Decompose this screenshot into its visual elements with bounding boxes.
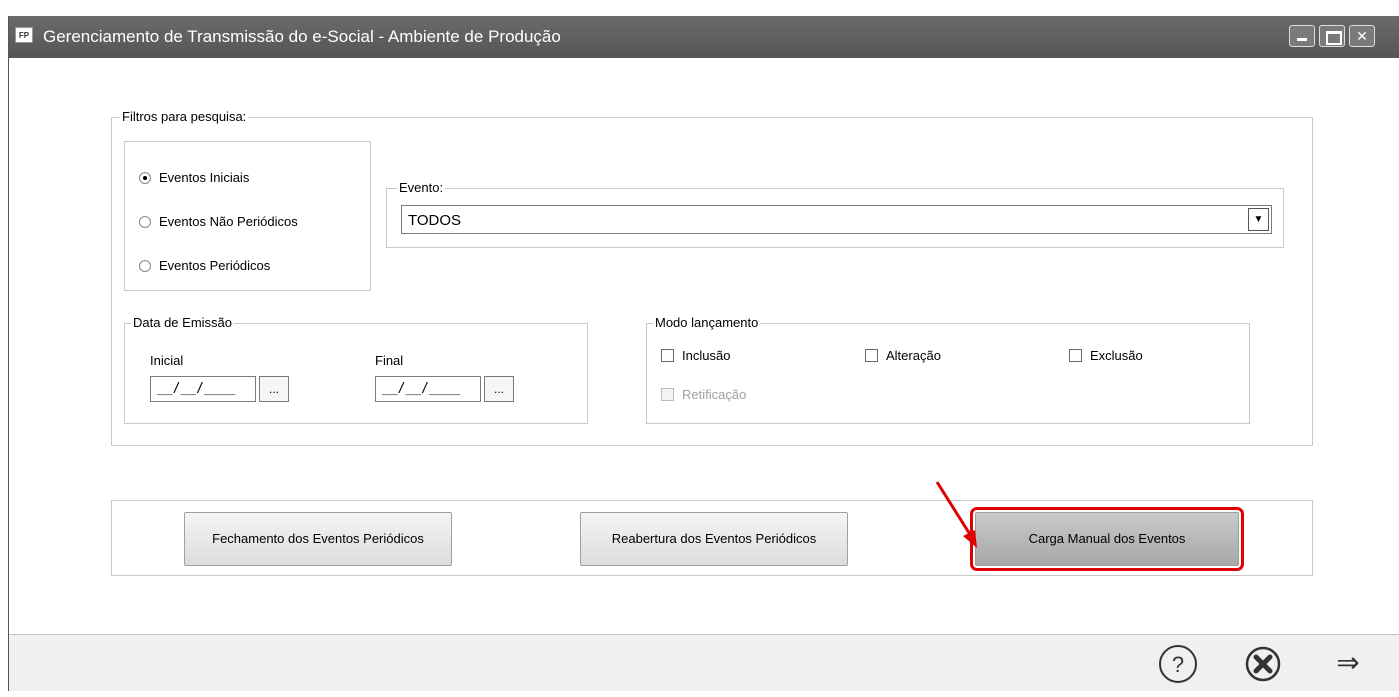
cancel-circle-icon — [1245, 646, 1281, 682]
checkbox[interactable] — [865, 349, 878, 362]
reabertura-eventos-button[interactable]: Reabertura dos Eventos Periódicos — [580, 512, 848, 566]
carga-manual-eventos-button[interactable]: Carga Manual dos Eventos — [970, 507, 1244, 571]
app-icon: FP — [15, 27, 33, 43]
data-emissao-legend: Data de Emissão — [131, 315, 234, 330]
minimize-button[interactable] — [1289, 25, 1315, 47]
evento-group: Evento: TODOS ▼ — [386, 180, 1284, 248]
checkbox-label: Retificação — [682, 387, 747, 402]
checkbox-inclusao[interactable]: Inclusão — [661, 348, 730, 363]
data-emissao-group: Data de Emissão Inicial __/__/____ ... F… — [124, 315, 588, 424]
final-label: Final — [375, 353, 404, 368]
inicial-date-mask: __/__/____ — [157, 381, 236, 396]
radio-button[interactable] — [139, 215, 151, 228]
inicial-date-picker-button[interactable]: ... — [259, 376, 289, 402]
checkbox-retificacao: Retificação — [661, 387, 746, 402]
maximize-button[interactable] — [1319, 25, 1345, 47]
help-icon[interactable]: ? — [1159, 645, 1197, 683]
filters-group: Filtros para pesquisa: Eventos Iniciais … — [111, 109, 1313, 446]
checkbox-label: Alteração — [886, 348, 941, 363]
evento-selected-value: TODOS — [408, 212, 462, 229]
radio-label: Eventos Não Periódicos — [159, 214, 298, 229]
radio-label: Eventos Periódicos — [159, 258, 271, 273]
radio-button[interactable] — [139, 171, 151, 184]
evento-select[interactable]: TODOS ▼ — [401, 205, 1272, 234]
cancel-icon[interactable] — [1244, 645, 1282, 683]
close-window-button[interactable]: ✕ — [1349, 25, 1375, 47]
modo-lancamento-group: Modo lançamento Inclusão Alteração Exclu… — [646, 315, 1250, 424]
main-window: FP Gerenciamento de Transmissão do e-Soc… — [8, 16, 1399, 691]
checkbox-exclusao[interactable]: Exclusão — [1069, 348, 1143, 363]
radio-eventos-nao-periodicos[interactable]: Eventos Não Periódicos — [139, 214, 298, 229]
next-arrow-icon[interactable]: ⇒ — [1329, 645, 1367, 683]
evento-legend: Evento: — [397, 180, 446, 195]
radio-eventos-iniciais[interactable]: Eventos Iniciais — [139, 170, 249, 185]
checkbox[interactable] — [661, 349, 674, 362]
title-bar[interactable]: FP Gerenciamento de Transmissão do e-Soc… — [9, 16, 1399, 58]
checkbox — [661, 388, 674, 401]
checkbox-label: Exclusão — [1090, 348, 1143, 363]
event-type-group: Eventos Iniciais Eventos Não Periódicos … — [124, 141, 371, 291]
radio-label: Eventos Iniciais — [159, 170, 250, 185]
checkbox[interactable] — [1069, 349, 1082, 362]
inicial-date-input[interactable]: __/__/____ — [150, 376, 256, 402]
footer-bar: ? ⇒ — [9, 634, 1399, 691]
final-date-mask: __/__/____ — [382, 381, 461, 396]
checkbox-label: Inclusão — [682, 348, 731, 363]
actions-group: Fechamento dos Eventos Periódicos Reaber… — [111, 500, 1313, 576]
checkbox-alteracao[interactable]: Alteração — [865, 348, 941, 363]
window-title: Gerenciamento de Transmissão do e-Social… — [43, 27, 561, 46]
filters-legend: Filtros para pesquisa: — [120, 109, 249, 124]
radio-eventos-periodicos[interactable]: Eventos Periódicos — [139, 258, 270, 273]
content-area: Filtros para pesquisa: Eventos Iniciais … — [9, 58, 1399, 634]
fechamento-eventos-button[interactable]: Fechamento dos Eventos Periódicos — [184, 512, 452, 566]
radio-button[interactable] — [139, 259, 151, 272]
dropdown-arrow-icon[interactable]: ▼ — [1248, 208, 1269, 231]
modo-lancamento-legend: Modo lançamento — [653, 315, 761, 330]
inicial-label: Inicial — [150, 353, 184, 368]
annotation-arrow-icon — [935, 481, 977, 548]
final-date-input[interactable]: __/__/____ — [375, 376, 481, 402]
final-date-picker-button[interactable]: ... — [484, 376, 514, 402]
